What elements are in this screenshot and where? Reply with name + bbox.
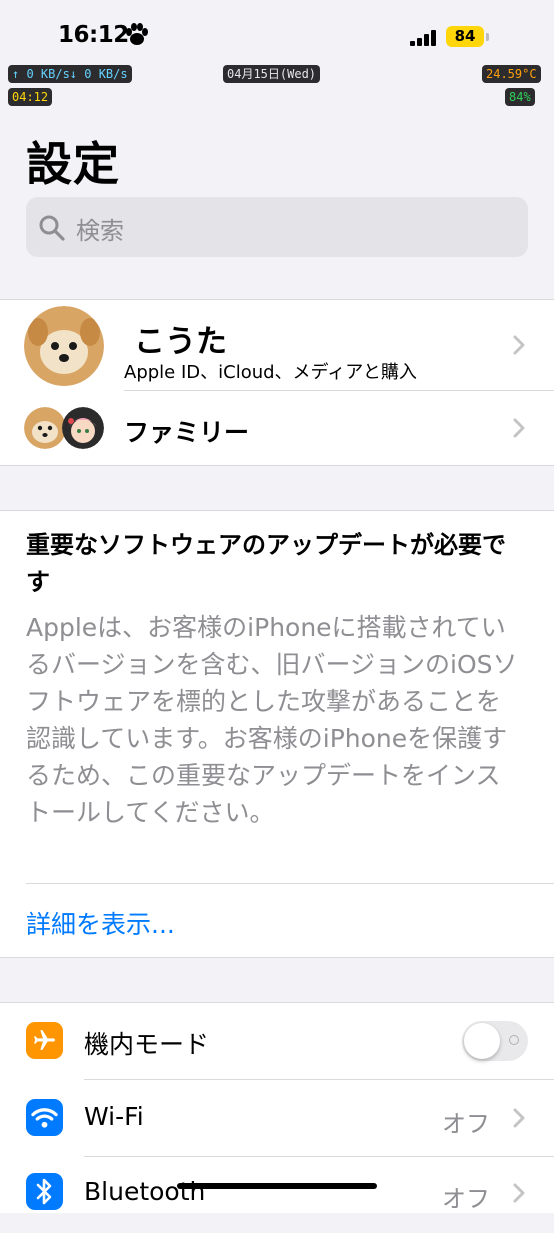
wifi-label: Wi-Fi bbox=[84, 1102, 144, 1131]
family-row[interactable]: ファミリー bbox=[0, 391, 554, 465]
chevron-right-icon bbox=[513, 1108, 525, 1128]
status-time: 16:12 bbox=[58, 22, 129, 48]
battery-percent-label: 84% bbox=[505, 88, 535, 106]
wifi-status: オフ bbox=[442, 1110, 490, 1138]
family-label: ファミリー bbox=[124, 418, 250, 447]
search-icon bbox=[39, 215, 65, 241]
bluetooth-icon-tile bbox=[26, 1173, 63, 1210]
home-indicator[interactable] bbox=[177, 1183, 377, 1189]
airplane-mode-row[interactable]: 機内モード bbox=[0, 1003, 554, 1079]
search-field[interactable]: 検索 bbox=[26, 197, 528, 257]
profile-subtitle: Apple ID、iCloud、メディアと購入 bbox=[124, 362, 417, 383]
profile-avatar bbox=[24, 306, 104, 386]
family-avatar-character bbox=[62, 407, 104, 449]
bluetooth-status: オフ bbox=[442, 1185, 490, 1213]
bluetooth-row[interactable]: Bluetooth オフ bbox=[0, 1157, 554, 1233]
update-title: 重要なソフトウェアのアップデートが必要です bbox=[26, 531, 506, 596]
update-description: Appleは、お客様のiPhoneに搭載されているバージョンを含む、旧バージョン… bbox=[26, 613, 518, 827]
profile-name: こうた bbox=[134, 324, 227, 360]
profile-card: こうた Apple ID、iCloud、メディアと購入 ファミリー bbox=[0, 299, 554, 466]
toggle-knob bbox=[464, 1023, 500, 1059]
cellular-signal-icon bbox=[410, 30, 436, 46]
apple-id-row[interactable]: こうた Apple ID、iCloud、メディアと購入 bbox=[0, 300, 554, 390]
battery-icon: 84 bbox=[446, 26, 484, 47]
uptime-label: 04:12 bbox=[8, 88, 53, 106]
wifi-icon-tile bbox=[26, 1099, 63, 1136]
row-divider bbox=[26, 883, 554, 884]
family-avatar-dog bbox=[24, 407, 66, 449]
wifi-icon bbox=[31, 1108, 58, 1128]
battery-tip bbox=[486, 33, 489, 41]
bluetooth-icon bbox=[36, 1178, 52, 1205]
software-update-card: 重要なソフトウェアのアップデートが必要です Appleは、お客様のiPhoneに… bbox=[0, 510, 554, 958]
date-label: 04月15日(Wed) bbox=[223, 65, 321, 83]
airplane-icon bbox=[34, 1030, 55, 1050]
bluetooth-label: Bluetooth bbox=[84, 1177, 206, 1206]
chevron-right-icon bbox=[513, 335, 525, 355]
airplane-mode-label: 機内モード bbox=[84, 1030, 210, 1059]
battery-level: 84 bbox=[454, 27, 476, 45]
toggle-off-indicator bbox=[509, 1035, 519, 1045]
search-placeholder: 検索 bbox=[76, 217, 124, 245]
connectivity-settings-card: 機内モード Wi-Fi オフ Bluetooth オフ bbox=[0, 1002, 554, 1213]
airplane-mode-toggle[interactable] bbox=[462, 1021, 528, 1061]
battery-indicator: 84 bbox=[446, 26, 490, 48]
network-speed: ↑ 0 KB/s↓ 0 KB/s bbox=[8, 65, 132, 83]
show-details-link[interactable]: 詳細を表示... bbox=[26, 905, 175, 941]
chevron-right-icon bbox=[513, 418, 525, 438]
page-title: 設定 bbox=[26, 137, 120, 191]
wifi-row[interactable]: Wi-Fi オフ bbox=[0, 1080, 554, 1156]
airplane-icon-tile bbox=[26, 1022, 63, 1059]
chevron-right-icon bbox=[513, 1183, 525, 1203]
temperature-label: 24.59°C bbox=[482, 65, 541, 83]
paw-icon bbox=[126, 23, 148, 45]
